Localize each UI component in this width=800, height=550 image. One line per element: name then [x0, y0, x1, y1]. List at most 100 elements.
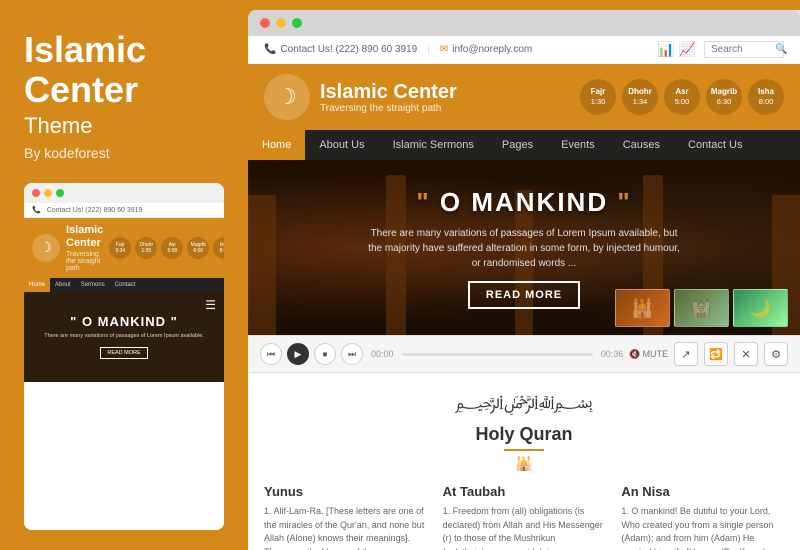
audio-next-button[interactable]: ⏭: [341, 343, 363, 365]
mini-hamburger-icon[interactable]: ☰: [205, 298, 216, 312]
audio-play-button[interactable]: ▶: [287, 343, 309, 365]
nav-causes[interactable]: Causes: [609, 130, 674, 160]
moon-icon: ☽: [277, 84, 297, 110]
col-text-taubah: 1. Freedom from (all) obligations (is de…: [443, 505, 606, 550]
mini-site-title: Islamic Center: [66, 224, 103, 250]
mute-icon: 🔇: [629, 349, 640, 360]
left-subtitle: Theme: [24, 113, 224, 139]
browser-dot-yellow[interactable]: [276, 18, 286, 28]
browser-dot-green[interactable]: [292, 18, 302, 28]
prayer-asr: Asr5:00: [664, 79, 700, 115]
audio-mute-button[interactable]: 🔇 MUTE: [629, 349, 668, 360]
prayer-dhohr: Dhohr1:34: [622, 79, 658, 115]
audio-time-total: 00:36: [601, 349, 624, 359]
mini-prayer-dhuhr: Dhuhr1:35: [135, 237, 157, 259]
hero-cta-button[interactable]: READ MORE: [468, 281, 580, 309]
hero-thumb-3[interactable]: 🌙: [733, 289, 788, 327]
nav-sermons[interactable]: Islamic Sermons: [379, 130, 488, 160]
mini-topbar-text: Contact Us! (222) 890 60 3919: [47, 207, 143, 214]
mini-dot-red[interactable]: [32, 189, 40, 197]
site-brand-tagline: Traversing the straight path: [320, 103, 457, 114]
hero-title-main: O MANKIND: [440, 187, 617, 217]
mini-nav-home[interactable]: Home: [24, 278, 50, 292]
site-brand-name: Islamic Center: [320, 81, 457, 103]
prayer-magrib: Magrib6:30: [706, 79, 742, 115]
topbar-email-text: info@noreply.com: [452, 44, 532, 55]
hero-quote-close: ": [617, 187, 631, 217]
audio-controls: ⏮ ▶ ⏹ ⏭: [260, 343, 363, 365]
topbar-divider: |: [427, 44, 430, 55]
mosque-icon: 🕌: [264, 455, 784, 472]
nav-home[interactable]: Home: [248, 130, 305, 160]
site-main: ﷽ Holy Quran 🕌 Yunus 1. Alif-Lam-Ra. [Th…: [248, 373, 800, 550]
content-col-taubah: At Taubah 1. Freedom from (all) obligati…: [443, 484, 606, 550]
quran-title: Holy Quran: [264, 424, 784, 445]
quran-title-divider: [504, 449, 544, 451]
prayer-fajr: Fajr1:30: [580, 79, 616, 115]
site-nav: Home About Us Islamic Sermons Pages Even…: [248, 130, 800, 160]
mini-nav: Home About Sermons Contact: [24, 278, 224, 292]
mute-label: MUTE: [643, 349, 669, 359]
mini-content: 📞 Contact Us! (222) 890 60 3919 ☽ Islami…: [24, 203, 224, 530]
mini-cta-button[interactable]: READ MORE: [100, 347, 147, 359]
audio-close-button[interactable]: ✕: [734, 342, 758, 366]
mini-header: ☽ Islamic Center Traversing the straight…: [24, 218, 224, 277]
analytics-icon: 📈: [679, 41, 696, 58]
col-title-yunus: Yunus: [264, 484, 427, 499]
audio-progress-bar[interactable]: [402, 353, 593, 356]
audio-share-button[interactable]: ↗: [674, 342, 698, 366]
mini-dot-yellow[interactable]: [44, 189, 52, 197]
email-icon: ✉: [440, 44, 448, 55]
nav-pages[interactable]: Pages: [488, 130, 547, 160]
audio-prev-button[interactable]: ⏮: [260, 343, 282, 365]
audio-time-current: 00:00: [371, 349, 394, 359]
audio-settings-button[interactable]: ⚙: [764, 342, 788, 366]
mini-prayer-maghrib: Magrib6:00: [187, 237, 209, 259]
site-hero: " O MANKIND " There are many variations …: [248, 160, 800, 335]
audio-loop-button[interactable]: 🔁: [704, 342, 728, 366]
phone-icon: 📞: [264, 44, 276, 55]
mini-logo: ☽: [32, 234, 60, 262]
mini-brand: Islamic Center Traversing the straight p…: [66, 224, 103, 271]
mini-site-tagline: Traversing the straight path: [66, 251, 103, 272]
left-title: IslamicCenter: [24, 30, 224, 109]
browser-chrome: [248, 10, 800, 36]
content-col-yunus: Yunus 1. Alif-Lam-Ra. [These letters are…: [264, 484, 427, 550]
content-columns: Yunus 1. Alif-Lam-Ra. [These letters are…: [264, 484, 784, 550]
mini-phone-icon: 📞: [32, 206, 41, 214]
browser-dot-red[interactable]: [260, 18, 270, 28]
left-panel: IslamicCenter Theme By kodeforest 📞 Cont…: [0, 0, 248, 550]
main-browser: 📞 Contact Us! (222) 890 60 3919 | ✉ info…: [248, 10, 800, 550]
mini-hero: ☰ " O MANKIND " There are many variation…: [24, 292, 224, 382]
topbar-right: 📊 📈 🔍: [657, 41, 784, 58]
left-by: By kodeforest: [24, 145, 224, 161]
browser-body: 📞 Contact Us! (222) 890 60 3919 | ✉ info…: [248, 36, 800, 550]
topbar-phone: 📞 Contact Us! (222) 890 60 3919: [264, 44, 417, 55]
mini-prayer-times: Fajr5:34 Dhuhr1:35 Asr5:08 Magrib6:00 Is…: [109, 237, 224, 259]
mini-browser: 📞 Contact Us! (222) 890 60 3919 ☽ Islami…: [24, 183, 224, 530]
hero-quote-open: ": [416, 187, 430, 217]
bar-chart-icon: 📊: [657, 41, 674, 58]
search-icon: 🔍: [775, 44, 787, 55]
site-prayer-times: Fajr1:30 Dhohr1:34 Asr5:00 Magrib6:30 Is…: [580, 79, 784, 115]
audio-stop-button[interactable]: ⏹: [314, 343, 336, 365]
mini-topbar: 📞 Contact Us! (222) 890 60 3919: [24, 203, 224, 218]
hero-subtitle: There are many variations of passages of…: [364, 226, 684, 271]
mini-prayer-fajr: Fajr5:34: [109, 237, 131, 259]
social-icons: 📊 📈: [657, 41, 696, 58]
mini-hero-title: " O MANKIND ": [70, 314, 178, 329]
nav-contact[interactable]: Contact Us: [674, 130, 756, 160]
site-topbar: 📞 Contact Us! (222) 890 60 3919 | ✉ info…: [248, 36, 800, 64]
audio-player: ⏮ ▶ ⏹ ⏭ 00:00 00:36 🔇 MUTE ↗ 🔁 ✕ ⚙: [248, 335, 800, 373]
col-text-nisa: 1. O mankind! Be dutiful to your Lord, W…: [621, 505, 784, 550]
mini-nav-about[interactable]: About: [50, 278, 76, 292]
nav-events[interactable]: Events: [547, 130, 609, 160]
search-box[interactable]: 🔍: [704, 41, 784, 58]
mini-nav-contact[interactable]: Contact: [110, 278, 141, 292]
quran-arabic-text: ﷽: [264, 389, 784, 420]
mini-dot-green[interactable]: [56, 189, 64, 197]
mini-nav-sermons[interactable]: Sermons: [76, 278, 110, 292]
hero-content: " O MANKIND " There are many variations …: [364, 187, 684, 309]
search-input[interactable]: [711, 44, 771, 55]
nav-about[interactable]: About Us: [305, 130, 378, 160]
